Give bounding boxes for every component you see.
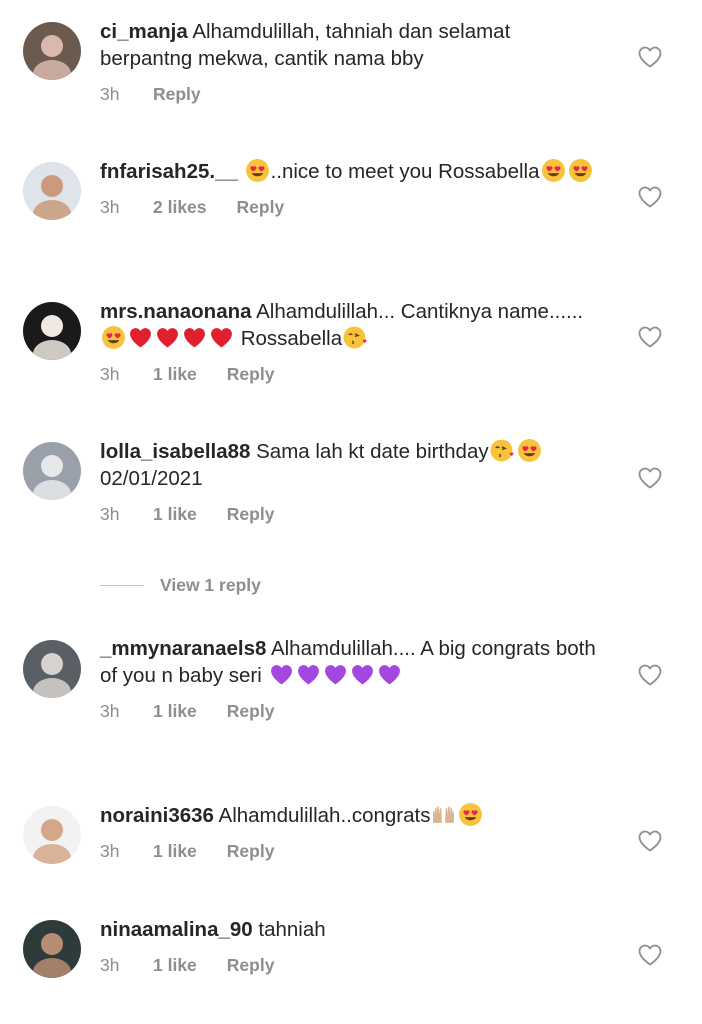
- comment-text: mrs.nanaonana Alhamdulillah... Cantiknya…: [100, 298, 600, 352]
- comment-like-count[interactable]: 1 like: [153, 503, 197, 525]
- red-heart-emoji: [128, 325, 153, 350]
- view-replies-label: View 1 reply: [160, 574, 261, 595]
- heart-outline-icon[interactable]: [638, 326, 662, 348]
- heart-eyes-emoji: [568, 158, 593, 183]
- red-heart-emoji: [209, 325, 234, 350]
- comment-timestamp: 3h: [100, 841, 120, 861]
- avatar[interactable]: [23, 920, 81, 978]
- comment-meta: 3h 1 like Reply: [100, 363, 600, 385]
- comment-username[interactable]: ninaamalina_90: [100, 918, 253, 941]
- avatar[interactable]: [23, 22, 81, 80]
- avatar[interactable]: [23, 302, 81, 360]
- raising-hands-emoji: [431, 802, 456, 827]
- comment-like-count[interactable]: 1 like: [153, 954, 197, 976]
- comment-body: lolla_isabella88 Sama lah kt date birthd…: [100, 438, 600, 525]
- comment-username[interactable]: lolla_isabella88: [100, 440, 250, 463]
- heart-outline-icon[interactable]: [638, 944, 662, 966]
- comment-text: ninaamalina_90 tahniah: [100, 916, 600, 943]
- reply-button[interactable]: Reply: [227, 503, 275, 525]
- view-replies-button[interactable]: View 1 reply: [100, 573, 261, 597]
- reply-button[interactable]: Reply: [227, 363, 275, 385]
- red-heart-emoji: [182, 325, 207, 350]
- comment-meta: 3h 1 like Reply: [100, 954, 600, 976]
- heart-eyes-emoji: [245, 158, 270, 183]
- comment-meta: 3h Reply: [100, 83, 600, 105]
- avatar[interactable]: [23, 162, 81, 220]
- comment-text-segment: Alhamdulillah..congrats: [213, 804, 431, 827]
- reply-button[interactable]: Reply: [227, 954, 275, 976]
- comment-meta: 3h 1 like Reply: [100, 503, 600, 525]
- comment-timestamp: 3h: [100, 364, 120, 384]
- comment-timestamp: 3h: [100, 701, 120, 721]
- heart-outline-icon[interactable]: [638, 467, 662, 489]
- heart-outline-icon[interactable]: [638, 664, 662, 686]
- heart-eyes-emoji: [517, 438, 542, 463]
- purple-heart-emoji: [350, 662, 375, 687]
- reply-button[interactable]: Reply: [153, 83, 201, 105]
- comment-text: lolla_isabella88 Sama lah kt date birthd…: [100, 438, 600, 492]
- comment-like-count[interactable]: 1 like: [153, 363, 197, 385]
- purple-heart-emoji: [296, 662, 321, 687]
- comment-meta: 3h 1 like Reply: [100, 700, 600, 722]
- comment-text-segment: 02/01/2021: [100, 467, 203, 490]
- comment-timestamp: 3h: [100, 955, 120, 975]
- heart-eyes-emoji: [101, 325, 126, 350]
- comment-body: ci_manja Alhamdulillah, tahniah dan sela…: [100, 18, 600, 105]
- comment-username[interactable]: _mmynaranaels8: [100, 637, 266, 660]
- comment-text-segment: Sama lah kt date birthday: [250, 440, 489, 463]
- comment-text-segment: tahniah: [252, 918, 326, 941]
- comment-meta: 3h 1 like Reply: [100, 840, 600, 862]
- comment-username[interactable]: fnfarisah25.__: [100, 160, 238, 183]
- kissing-heart-emoji: [343, 325, 368, 350]
- comment-text: noraini3636 Alhamdulillah..congrats: [100, 802, 600, 829]
- reply-button[interactable]: Reply: [227, 840, 275, 862]
- purple-heart-emoji: [377, 662, 402, 687]
- avatar[interactable]: [23, 806, 81, 864]
- comment-username[interactable]: noraini3636: [100, 804, 214, 827]
- comment-like-count[interactable]: 1 like: [153, 700, 197, 722]
- kissing-heart-emoji: [490, 438, 515, 463]
- heart-outline-icon[interactable]: [638, 830, 662, 852]
- comment-text: fnfarisah25.__ ..nice to meet you Rossab…: [100, 158, 600, 185]
- comment-body: noraini3636 Alhamdulillah..congrats 3h 1 …: [100, 802, 600, 862]
- heart-eyes-emoji: [458, 802, 483, 827]
- red-heart-emoji: [155, 325, 180, 350]
- comment-body: fnfarisah25.__ ..nice to meet you Rossab…: [100, 158, 600, 218]
- comment-body: _mmynaranaels8 Alhamdulillah.... A big c…: [100, 635, 600, 722]
- reply-button[interactable]: Reply: [237, 196, 285, 218]
- heart-eyes-emoji: [541, 158, 566, 183]
- comment-username[interactable]: mrs.nanaonana: [100, 300, 252, 323]
- purple-heart-emoji: [269, 662, 294, 687]
- comment-timestamp: 3h: [100, 84, 120, 104]
- comment-like-count[interactable]: 1 like: [153, 840, 197, 862]
- avatar[interactable]: [23, 442, 81, 500]
- comment-body: ninaamalina_90 tahniah 3h 1 like Reply: [100, 916, 600, 976]
- replies-divider-line: [100, 584, 144, 586]
- comment-text-segment: Rossabella: [235, 327, 343, 350]
- heart-outline-icon[interactable]: [638, 186, 662, 208]
- purple-heart-emoji: [323, 662, 348, 687]
- comment-text-segment: ..nice to meet you Rossabella: [270, 160, 540, 183]
- comment-text-segment: [238, 160, 244, 183]
- comment-timestamp: 3h: [100, 504, 120, 524]
- comment-username[interactable]: ci_manja: [100, 20, 188, 43]
- heart-outline-icon[interactable]: [638, 46, 662, 68]
- comment-body: mrs.nanaonana Alhamdulillah... Cantiknya…: [100, 298, 600, 385]
- comment-like-count[interactable]: 2 likes: [153, 196, 207, 218]
- comment-text: _mmynaranaels8 Alhamdulillah.... A big c…: [100, 635, 600, 689]
- reply-button[interactable]: Reply: [227, 700, 275, 722]
- comment-text: ci_manja Alhamdulillah, tahniah dan sela…: [100, 18, 600, 72]
- comment-timestamp: 3h: [100, 197, 120, 217]
- comment-text-segment: Alhamdulillah... Cantiknya name......: [251, 300, 584, 323]
- avatar[interactable]: [23, 640, 81, 698]
- comment-meta: 3h 2 likes Reply: [100, 196, 600, 218]
